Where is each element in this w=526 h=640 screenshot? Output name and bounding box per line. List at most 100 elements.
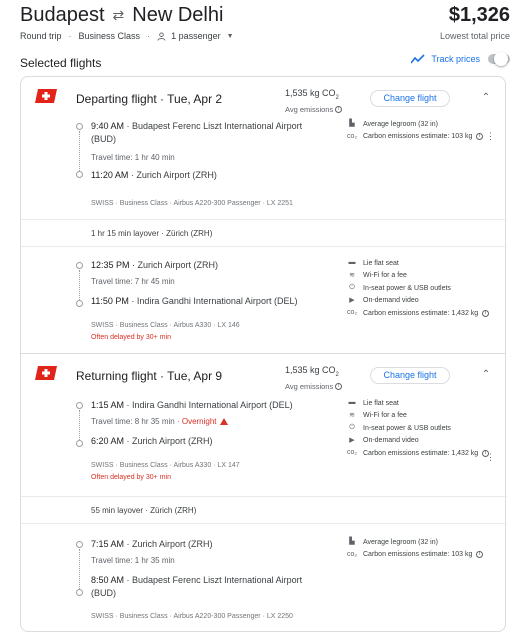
departure-time: 7:15 AM: [91, 539, 125, 549]
timeline-line: [79, 549, 80, 589]
total-price: $1,326: [448, 4, 510, 26]
amenity-item: ▙ Average legroom (32 in): [347, 536, 483, 549]
emissions-subscript: 2: [335, 371, 339, 378]
flight-segment: 7:15 AM · Zurich Airport (ZRH) Travel ti…: [21, 538, 507, 631]
travel-time: Travel time: 7 hr 45 min: [91, 277, 175, 286]
emissions-value: 1,535 kg CO: [285, 365, 336, 375]
power-plug-icon: ⏻: [349, 284, 355, 292]
amenity-label: Carbon emissions estimate: 1,432 kg: [363, 449, 479, 457]
passenger-count: 1 passenger: [171, 31, 221, 41]
amenities-list: ▙ Average legroom (32 in) co₂ Carbon emiss…: [347, 536, 484, 561]
info-icon[interactable]: i: [335, 383, 343, 391]
info-icon[interactable]: i: [476, 551, 484, 559]
legroom-icon: ▙: [349, 120, 355, 128]
video-icon: ▶: [349, 436, 355, 444]
chevron-up-icon[interactable]: ⌃: [479, 91, 493, 105]
track-prices[interactable]: Track prices: [411, 52, 510, 66]
separator-dot: ·: [147, 31, 151, 41]
track-prices-toggle[interactable]: [488, 52, 510, 66]
returning-flight-header[interactable]: Returning flight · Tue, Apr 9 1,535 kg C…: [21, 354, 507, 400]
amenity-label: Lie flat seat: [363, 399, 399, 407]
departure-stop: 1:15 AM · Indira Gandhi International Ai…: [91, 400, 293, 410]
origin-city: Budapest: [20, 4, 105, 26]
video-icon: ▶: [349, 296, 355, 304]
layover-text: 1 hr 15 min layover · Zürich (ZRH): [91, 229, 213, 238]
wifi-icon: ≋: [349, 411, 355, 419]
arrival-airport: Zurich Airport (ZRH): [136, 170, 217, 180]
timeline-dot: [76, 402, 83, 409]
departure-time: 12:35 PM: [91, 260, 130, 270]
departure-airport: Zurich Airport (ZRH): [137, 260, 219, 270]
departure-airport: Indira Gandhi International Airport (DEL…: [132, 400, 293, 410]
chevron-up-icon[interactable]: ⌃: [479, 368, 493, 382]
amenity-item: co₂ Carbon emissions estimate: 1,432 kg i: [347, 447, 490, 460]
timeline-dot: [76, 300, 83, 307]
passenger-selector[interactable]: 1 passenger ▼: [157, 31, 234, 41]
arrival-stop: 11:50 PM · Indira Gandhi International A…: [91, 296, 298, 306]
timeline-dot: [76, 123, 83, 130]
delay-warning: Often delayed by 30+ min: [91, 334, 171, 341]
info-icon[interactable]: i: [482, 309, 490, 317]
amenity-label: Carbon emissions estimate: 103 kg: [363, 551, 473, 559]
emissions-subscript: 2: [335, 94, 339, 101]
amenity-label: In-seat power & USB outlets: [363, 284, 451, 292]
more-options-icon[interactable]: ⋮: [486, 131, 495, 142]
layover-row: 1 hr 15 min layover · Zürich (ZRH): [21, 219, 507, 247]
section-title: Selected flights: [20, 56, 102, 70]
departing-flight-header[interactable]: Departing flight · Tue, Apr 2 1,535 kg C…: [21, 77, 507, 123]
travel-time: Travel time: 8 hr 35 min ·: [91, 417, 182, 426]
amenity-item: ▙ Average legroom (32 in): [347, 118, 483, 131]
arrival-stop: 6:20 AM · Zurich Airport (ZRH): [91, 436, 213, 446]
amenity-item: co₂ Carbon emissions estimate: 1,432 kg i: [347, 307, 490, 320]
flight-segment: 12:35 PM · Zurich Airport (ZRH) Travel t…: [21, 259, 507, 352]
emissions: 1,535 kg CO2 Avg emissions i: [285, 364, 343, 393]
more-options-icon[interactable]: ⋮: [486, 452, 495, 463]
timeline-dot: [76, 171, 83, 178]
destination-city: New Delhi: [132, 4, 224, 26]
timeline-dot: [76, 541, 83, 548]
amenity-item: ≋ Wi-Fi for a fee: [347, 270, 489, 283]
timeline-line: [79, 270, 80, 300]
trending-icon: [411, 54, 425, 64]
arrival-time: 8:50 AM: [91, 575, 125, 585]
emissions: 1,535 kg CO2 Avg emissions i: [285, 87, 343, 116]
timeline-line: [79, 410, 80, 440]
change-flight-button[interactable]: Change flight: [370, 90, 450, 107]
travel-time: Travel time: 1 hr 40 min: [91, 153, 175, 162]
amenity-label: Average legroom (32 in): [363, 120, 438, 128]
flight-details: SWISS · Business Class · Airbus A330 · L…: [91, 322, 240, 329]
flight-title: Departing flight · Tue, Apr 2: [76, 92, 223, 106]
co2-icon: co₂: [347, 550, 358, 558]
delay-warning: Often delayed by 30+ min: [91, 474, 171, 481]
trip-type: Round trip: [20, 31, 62, 41]
warning-icon: [219, 418, 228, 425]
amenity-item: ▬ Lie flat seat: [347, 257, 489, 270]
info-icon[interactable]: i: [335, 106, 343, 114]
flight-segment: 9:40 AM · Budapest Ferenc Liszt Internat…: [21, 120, 507, 233]
amenity-label: Wi-Fi for a fee: [363, 272, 407, 280]
travel-time-row: Travel time: 8 hr 35 min · Overnight: [91, 417, 228, 426]
arrival-stop: 8:50 AM · Budapest Ferenc Liszt Internat…: [91, 575, 303, 598]
amenity-label: Lie flat seat: [363, 259, 399, 267]
timeline-dot: [76, 262, 83, 269]
timeline-line: [79, 131, 80, 171]
amenity-item: ▶ On-demand video: [347, 295, 489, 308]
amenity-item: ▬ Lie flat seat: [347, 397, 489, 410]
amenity-label: Wi-Fi for a fee: [363, 412, 407, 420]
amenity-label: Carbon emissions estimate: 1,432 kg: [363, 309, 479, 317]
amenity-item: ▶ On-demand video: [347, 435, 489, 448]
cabin-class: Business Class: [78, 31, 141, 41]
swap-arrows-icon: ⇄: [112, 7, 125, 23]
layover-row: 55 min layover · Zürich (ZRH): [21, 496, 507, 524]
arrival-airport: Indira Gandhi International Airport (DEL…: [136, 296, 298, 306]
swiss-logo-icon: [35, 89, 57, 103]
amenity-item: ≋ Wi-Fi for a fee: [347, 410, 489, 423]
person-icon: [157, 31, 166, 41]
swiss-logo-icon: [35, 366, 57, 380]
info-icon[interactable]: i: [476, 133, 484, 141]
amenities-list: ▬ Lie flat seat ≋ Wi-Fi for a fee ⏻ In-seat…: [347, 257, 490, 320]
returning-flight-card: Returning flight · Tue, Apr 9 1,535 kg C…: [20, 353, 507, 632]
flight-details: SWISS · Business Class · Airbus A330 · L…: [91, 462, 240, 469]
change-flight-button[interactable]: Change flight: [370, 367, 450, 384]
amenity-label: On-demand video: [363, 297, 419, 305]
